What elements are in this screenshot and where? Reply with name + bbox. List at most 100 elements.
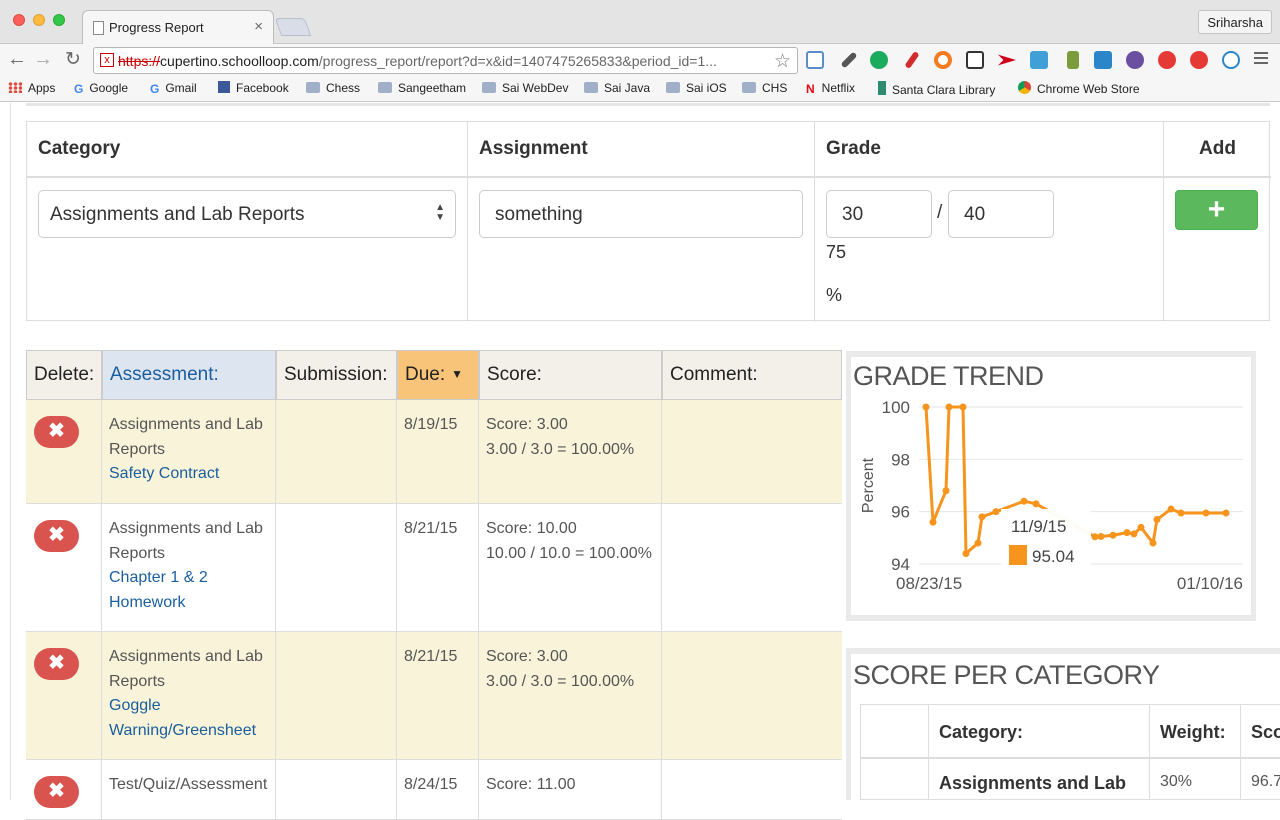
- assessment-link[interactable]: Goggle Warning/Greensheet: [109, 694, 268, 743]
- tab-title: Progress Report: [109, 20, 204, 35]
- send-extension-icon[interactable]: [998, 54, 1016, 66]
- profile-button[interactable]: Sriharsha: [1198, 10, 1272, 34]
- purple-extension-icon[interactable]: [1126, 51, 1144, 69]
- category-select[interactable]: Assignments and Lab Reports ▲ ▼: [38, 190, 456, 238]
- score-per-category-table: Category: Weight: Score: Assignments and…: [860, 704, 1280, 800]
- category-header: Category: [27, 122, 468, 178]
- weight-cell: 30%: [1150, 759, 1241, 799]
- bookmark-netflix[interactable]: N Netflix: [806, 81, 855, 96]
- add-assignment-button[interactable]: +: [1175, 190, 1258, 230]
- submission-column-header[interactable]: Submission:: [276, 350, 397, 400]
- netflix-icon: N: [806, 82, 815, 96]
- data-point: [922, 403, 930, 411]
- bookmark-star-icon[interactable]: ☆: [774, 50, 791, 73]
- pen-extension-icon[interactable]: [904, 50, 920, 70]
- top-divider: [26, 103, 1270, 106]
- screen-capture-extension-icon[interactable]: [806, 51, 824, 69]
- submission-cell: [276, 632, 397, 759]
- comment-cell: [662, 504, 842, 631]
- tab-close-icon[interactable]: ×: [254, 18, 263, 35]
- assignment-cell: something: [468, 178, 815, 322]
- score-text: Score: 10.00: [486, 520, 577, 537]
- score-column-header[interactable]: Score:: [479, 350, 662, 400]
- bookmark-folder-chs[interactable]: CHS: [742, 81, 787, 95]
- close-window-button[interactable]: [13, 14, 25, 26]
- data-point: [1202, 509, 1210, 517]
- address-bar[interactable]: x https://cupertino.schoolloop.com/progr…: [93, 47, 798, 74]
- bookmark-folder-sai-ios[interactable]: Sai iOS: [666, 81, 727, 95]
- assignment-name-input[interactable]: something: [479, 190, 803, 238]
- sort-down-icon: ▼: [451, 367, 464, 381]
- comment-cell: [662, 632, 842, 759]
- delete-button[interactable]: ✖: [34, 776, 79, 808]
- grammarly-extension-icon[interactable]: [870, 51, 888, 69]
- delete-column-header: Delete:: [26, 350, 102, 400]
- delete-button[interactable]: ✖: [34, 520, 79, 552]
- max-score-input[interactable]: 40: [948, 190, 1054, 238]
- bookmark-santa-clara-library[interactable]: Santa Clara Library: [878, 81, 995, 97]
- maximize-window-button[interactable]: [53, 14, 65, 26]
- hand-stop-extension-icon[interactable]: [1190, 51, 1208, 69]
- bookmark-folder-sai-java[interactable]: Sai Java: [584, 81, 650, 95]
- menu-icon[interactable]: [1254, 52, 1268, 67]
- folder-icon: [482, 82, 496, 93]
- assessment-cell: Test/Quiz/Assessment: [102, 760, 276, 819]
- css-extension-icon[interactable]: [1094, 51, 1112, 69]
- back-arrow-icon[interactable]: ←: [6, 48, 28, 71]
- score-detail: 3.00 / 3.0 = 100.00%: [486, 440, 635, 458]
- bookmark-google[interactable]: G Google: [74, 81, 128, 96]
- comment-column-header[interactable]: Comment:: [662, 350, 842, 400]
- score-cell: Score: 3.00 3.00 / 3.0 = 100.00%: [479, 400, 662, 503]
- browser-tab[interactable]: Progress Report ×: [82, 10, 274, 44]
- orange-ring-extension-icon[interactable]: [934, 51, 952, 69]
- delete-button[interactable]: ✖: [34, 416, 79, 448]
- assessment-category: Assignments and Lab Reports: [109, 416, 263, 458]
- reload-icon[interactable]: ↻: [62, 48, 84, 71]
- url-text[interactable]: https://cupertino.schoolloop.com/progres…: [118, 53, 717, 69]
- grade-trend-chart[interactable]: 100 98 96 94 Percent 08/23/15 01/10/16 11/9/15 9…: [851, 357, 1251, 615]
- assessment-link[interactable]: Safety Contract: [109, 462, 268, 487]
- refresh-extension-icon[interactable]: [1222, 51, 1240, 69]
- comment-cell: [662, 760, 842, 819]
- category-col-header: Category:: [929, 705, 1150, 759]
- due-column-header[interactable]: Due: ▼: [397, 350, 479, 400]
- delete-button[interactable]: ✖: [34, 648, 79, 680]
- table-row: ✖ Test/Quiz/Assessment 8/24/15 Score: 11…: [26, 760, 842, 820]
- assessment-column-header[interactable]: Assessment:: [102, 350, 276, 400]
- data-point: [1130, 530, 1138, 538]
- folder-icon: [584, 82, 598, 93]
- eyedropper-extension-icon[interactable]: [840, 51, 858, 69]
- delete-extension-icon[interactable]: [1158, 51, 1176, 69]
- bookmark-folder-sai-webdev[interactable]: Sai WebDev: [482, 81, 568, 95]
- assessment-link[interactable]: Chapter 1 & 2 Homework: [109, 566, 268, 615]
- data-point: [1222, 509, 1230, 517]
- score-cell: 96.7: [1241, 759, 1280, 799]
- insecure-lock-icon: x: [100, 53, 114, 67]
- add-cell: +: [1164, 178, 1271, 322]
- minimize-window-button[interactable]: [33, 14, 45, 26]
- bookmark-folder-sangeetham[interactable]: Sangeetham: [378, 81, 466, 95]
- bookmark-apps[interactable]: Apps: [8, 81, 55, 95]
- grade-trend-widget: GRADE TREND 100 98 96 94 Percent 08/23/15 01/1…: [846, 351, 1256, 621]
- bookmark-folder-chess[interactable]: Chess: [306, 81, 360, 95]
- bookmark-chrome-web-store[interactable]: Chrome Web Store: [1018, 81, 1140, 96]
- percent-sign: %: [826, 285, 843, 305]
- bookmark-facebook[interactable]: Facebook: [218, 81, 289, 95]
- assessment-cell: Assignments and Lab Reports Goggle Warnin…: [102, 632, 276, 759]
- battery-extension-icon[interactable]: [1067, 51, 1079, 69]
- submission-cell: [276, 400, 397, 503]
- data-point: [1123, 529, 1131, 537]
- cast-extension-icon[interactable]: [966, 51, 984, 69]
- data-point: [1149, 539, 1157, 547]
- assessment-category: Test/Quiz/Assessment: [109, 776, 268, 793]
- score-per-category-title: SCORE PER CATEGORY: [853, 660, 1160, 690]
- play-extension-icon[interactable]: [1030, 51, 1048, 69]
- forward-arrow-icon[interactable]: →: [32, 48, 54, 71]
- data-point: [1097, 533, 1105, 541]
- data-point: [1153, 516, 1161, 524]
- score-input[interactable]: 30: [826, 190, 932, 238]
- page-content: Category Assignment Grade Add Assignment…: [0, 103, 1280, 820]
- due-cell: 8/24/15: [397, 760, 479, 819]
- bookmark-gmail[interactable]: G Gmail: [150, 81, 197, 96]
- new-tab-button[interactable]: [274, 18, 312, 36]
